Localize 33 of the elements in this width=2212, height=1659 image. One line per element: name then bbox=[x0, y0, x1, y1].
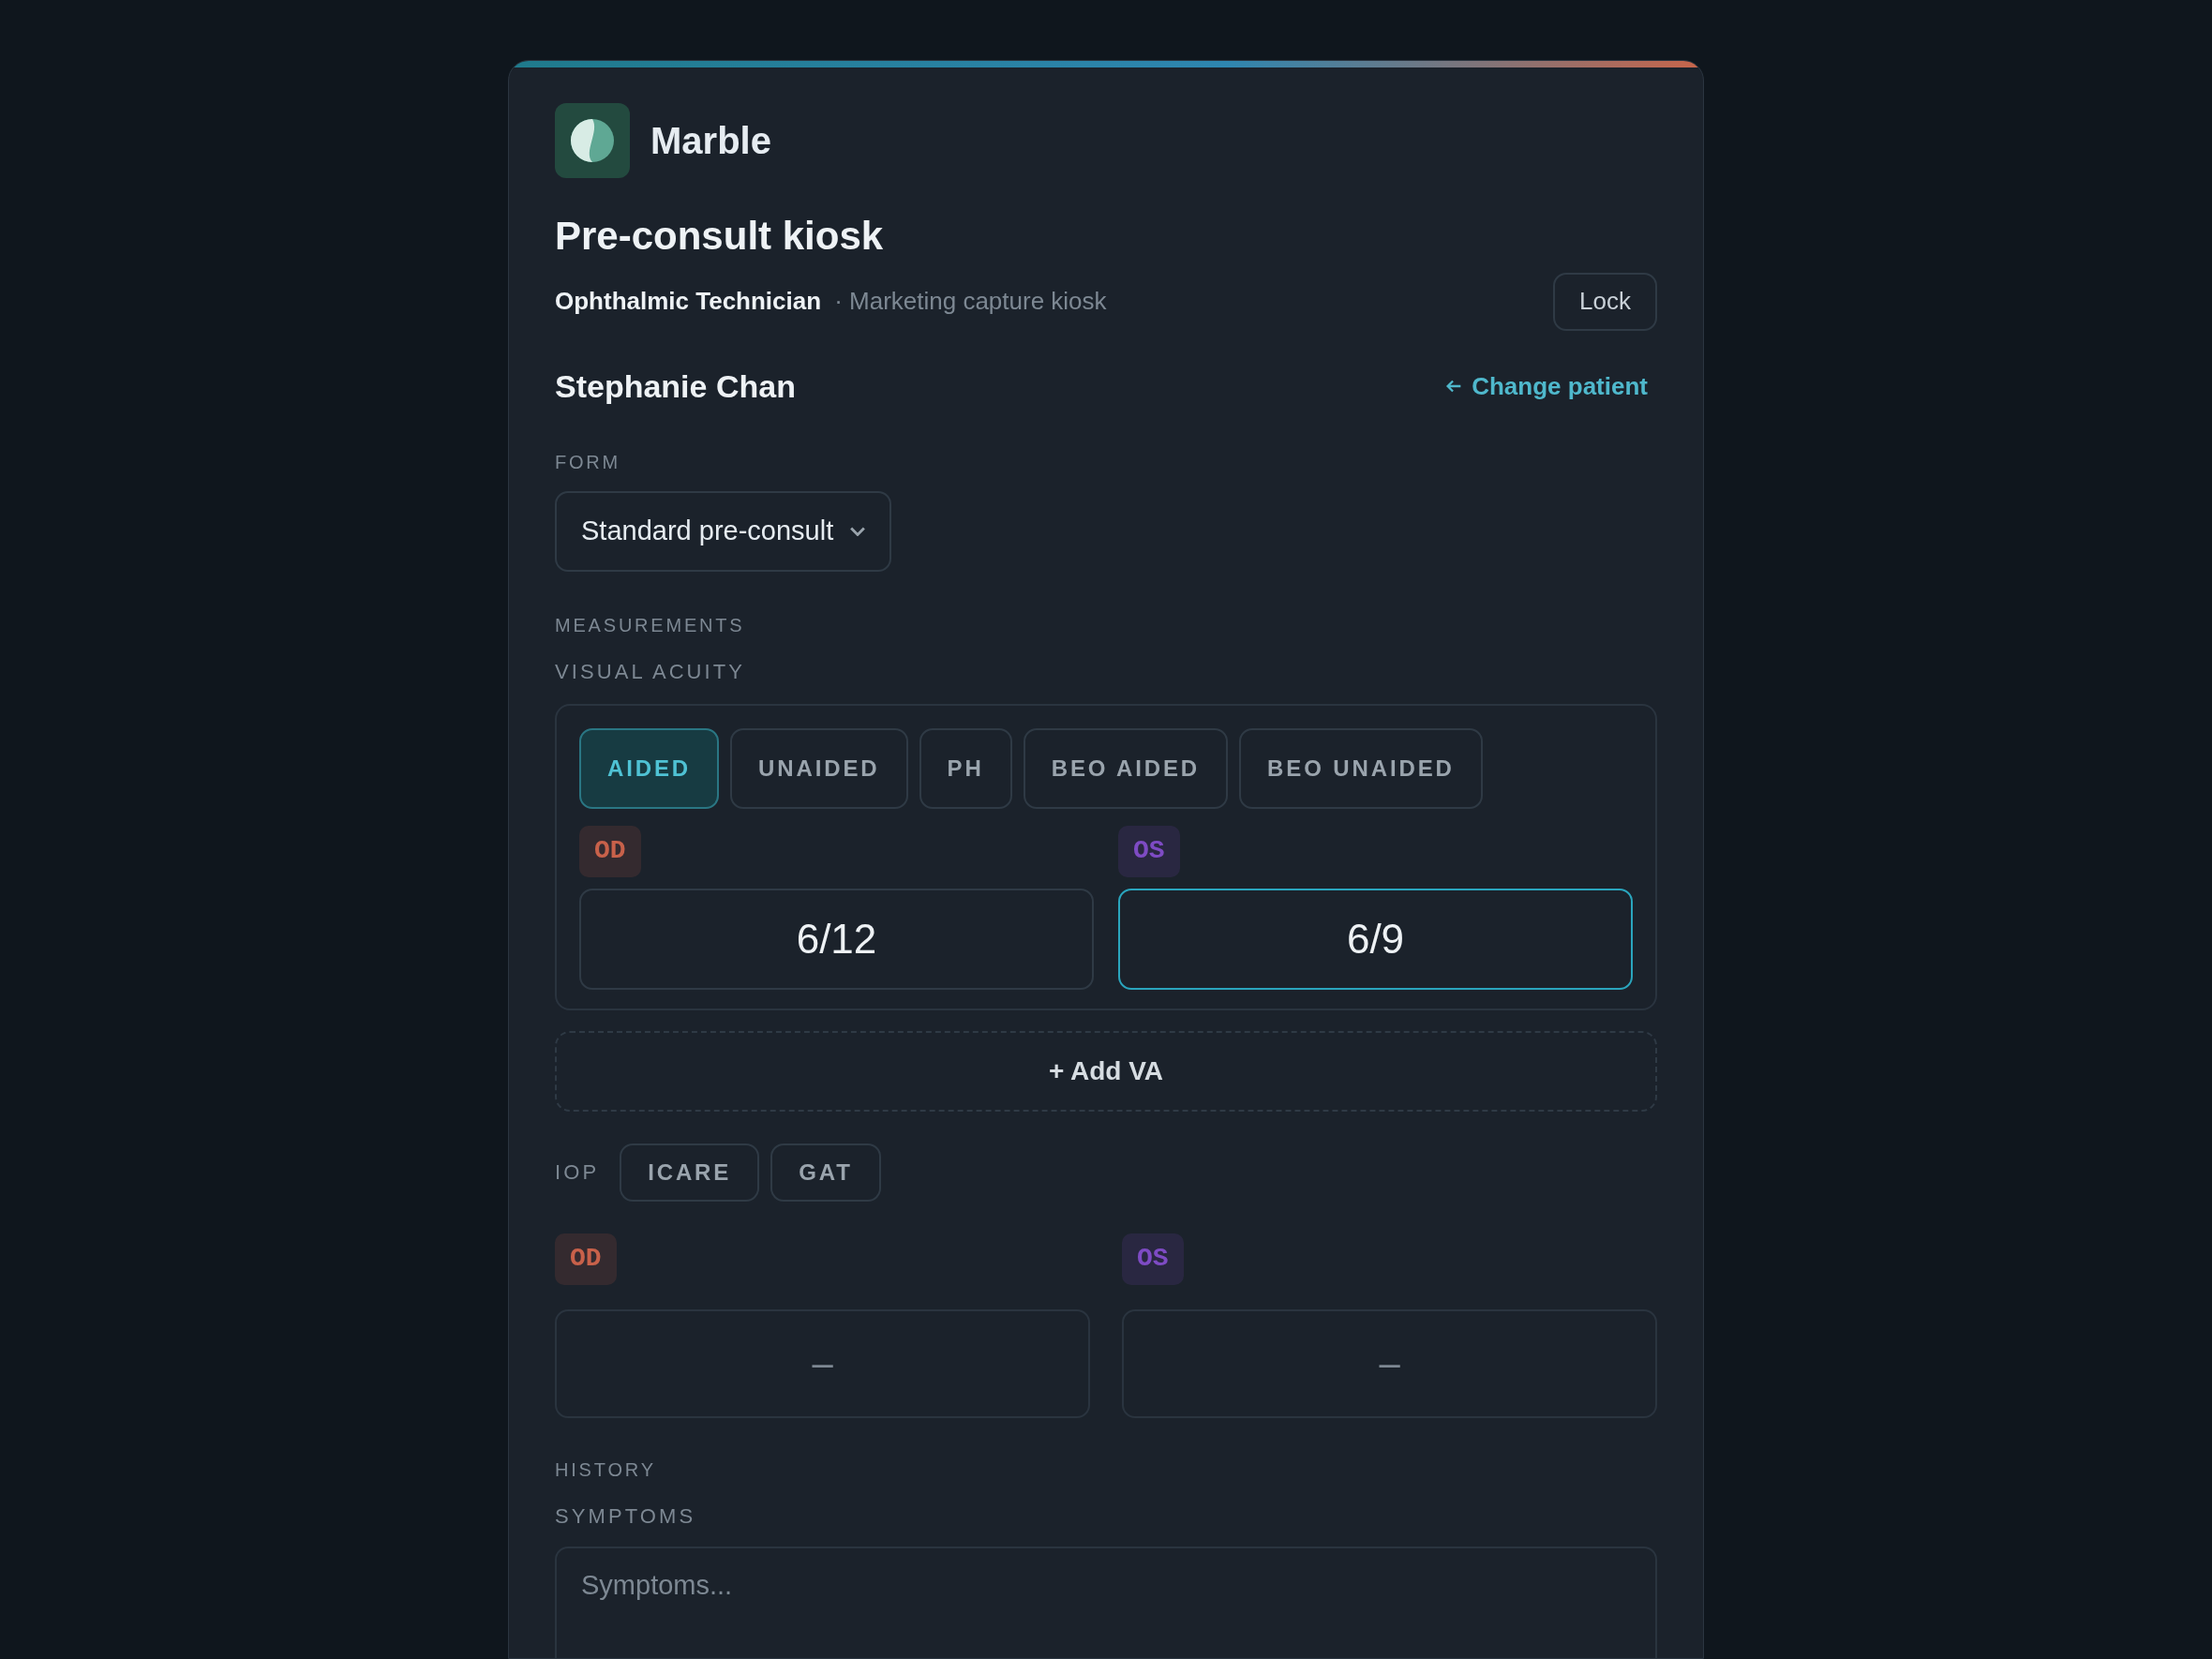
va-type-tab[interactable]: AIDED bbox=[579, 727, 720, 809]
form-dropdown[interactable]: Standard pre-consult bbox=[555, 490, 892, 572]
field-label: SYMPTOMS bbox=[555, 1502, 697, 1530]
page-title: Pre-consult kiosk bbox=[555, 213, 885, 260]
iop-label: IOP bbox=[555, 1159, 600, 1186]
section-label: MEASUREMENTS bbox=[555, 613, 746, 637]
form-label: FORM bbox=[555, 450, 622, 474]
chevron-down-icon bbox=[850, 526, 866, 536]
iop-method-button[interactable]: GAT bbox=[770, 1143, 881, 1202]
eye-tag: OS bbox=[1122, 1233, 1184, 1285]
field-label: VISUAL ACUITY bbox=[555, 658, 747, 685]
role-label: Ophthalmic Technician bbox=[555, 286, 822, 317]
va-input[interactable]: 6/12 bbox=[579, 888, 1094, 990]
brand-name: Marble bbox=[650, 119, 771, 163]
va-type-tab[interactable]: BEO AIDED bbox=[1023, 727, 1229, 809]
context-label: · Marketing capture kiosk bbox=[834, 286, 1107, 317]
patient-name: Stephanie Chan bbox=[555, 366, 796, 406]
va-type-tab[interactable]: BEO UNAIDED bbox=[1239, 727, 1483, 809]
eye-tag: OD bbox=[555, 1233, 617, 1285]
eye-tag: OS bbox=[1118, 825, 1180, 877]
iop-input[interactable]: – bbox=[1122, 1308, 1657, 1418]
change-patient-link[interactable]: Change patient bbox=[1443, 367, 1648, 405]
va-type-tab[interactable]: UNAIDED bbox=[730, 727, 908, 809]
va-input[interactable]: 6/9 bbox=[1118, 888, 1633, 990]
iop-input[interactable]: – bbox=[555, 1308, 1090, 1418]
logo-icon bbox=[555, 103, 630, 178]
iop-method-button[interactable]: ICARE bbox=[620, 1143, 760, 1202]
va-type-tab[interactable]: PH bbox=[919, 727, 1012, 809]
add-va-button[interactable]: + Add VA bbox=[555, 1030, 1657, 1112]
eye-tag: OD bbox=[579, 825, 641, 877]
symptoms-field[interactable]: Symptoms... bbox=[555, 1546, 1657, 1658]
section-label: HISTORY bbox=[555, 1457, 657, 1482]
lock-button[interactable]: Lock bbox=[1553, 272, 1657, 331]
